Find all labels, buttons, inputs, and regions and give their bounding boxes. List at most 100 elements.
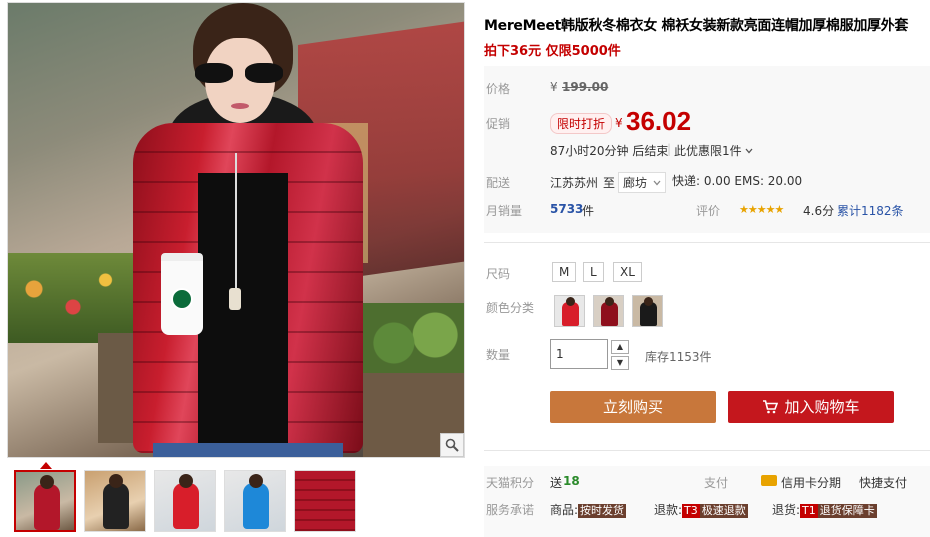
thumb-selected-arrow: [40, 462, 52, 469]
thumbnail-5[interactable]: [294, 470, 356, 532]
points-label: 天猫积分: [486, 476, 535, 490]
return-service: 退货: T1 退货保障卡: [772, 501, 877, 518]
product-subtitle: 拍下36元 仅限5000件: [484, 44, 621, 59]
zoom-button[interactable]: [440, 433, 464, 457]
goods-prefix: 商品:: [550, 503, 579, 517]
stock-count: 库存1153件: [645, 350, 712, 364]
chevron-down-icon: [745, 148, 753, 154]
add-to-cart-button[interactable]: 加入购物车: [728, 391, 894, 423]
thumb-head: [249, 474, 263, 488]
service-box: 天猫积分 送 18 支付 信用卡分期 快捷支付 服务承诺 商品: 按时发货 退款:…: [484, 466, 930, 537]
color-swatch-head: [566, 297, 575, 306]
sunglasses: [195, 63, 283, 83]
return-prefix: 退货:: [772, 503, 801, 517]
color-option-black[interactable]: [632, 295, 663, 327]
destination-select[interactable]: 廊坊: [618, 172, 666, 193]
thumb-figure: [173, 483, 199, 529]
add-to-cart-label: 加入购物车: [784, 398, 860, 416]
thumb-head: [109, 474, 123, 488]
product-title: MereMeet韩版秋冬棉衣女 棉袄女装新款亮面连帽加厚棉服加厚外套: [484, 18, 909, 34]
cart-icon: [763, 400, 779, 414]
quantity-decrease-button[interactable]: ▼: [611, 356, 629, 370]
bg-flowers: [8, 253, 138, 343]
thumb-figure: [103, 483, 129, 529]
price-currency: ¥: [550, 80, 558, 94]
product-info-panel: MereMeet韩版秋冬棉衣女 棉袄女装新款亮面连帽加厚棉服加厚外套 拍下36元…: [484, 0, 930, 537]
color-option-red[interactable]: [554, 295, 585, 327]
sales-label: 月销量: [486, 204, 523, 218]
sales-unit: 件: [582, 204, 595, 218]
shipping-fees: 快递: 0.00 EMS: 20.00: [672, 174, 803, 188]
thumbnail-strip: [14, 470, 464, 532]
thumb-figure: [34, 484, 60, 530]
destination-value: 廊坊: [623, 176, 648, 190]
model-figure: [123, 3, 373, 457]
promo-price: 36.02: [626, 106, 692, 136]
size-option-xl[interactable]: XL: [613, 262, 642, 282]
promo-currency: ¥: [615, 116, 623, 130]
black-top: [198, 173, 288, 443]
return-code: T1: [800, 504, 818, 518]
color-label: 颜色分类: [486, 301, 535, 315]
promo-limit[interactable]: 此优惠限1件: [674, 142, 753, 159]
buy-now-button[interactable]: 立刻购买: [550, 391, 716, 423]
divider: [484, 242, 930, 243]
rating-score: 4.6分: [803, 204, 835, 218]
model-lips: [231, 103, 249, 109]
refund-tag: 极速退款: [699, 504, 748, 518]
size-label: 尺码: [486, 267, 511, 281]
size-option-l[interactable]: L: [583, 262, 604, 282]
color-swatch-head: [605, 297, 614, 306]
quantity-increase-button[interactable]: ▲: [611, 340, 629, 354]
points-value: 18: [563, 474, 580, 488]
size-option-m[interactable]: M: [552, 262, 577, 282]
jeans: [153, 443, 343, 457]
return-tag: 退货保障卡: [817, 504, 877, 518]
service-label: 服务承诺: [486, 503, 535, 517]
pay-label: 支付: [704, 476, 729, 490]
quantity-label: 数量: [486, 348, 511, 362]
price-label: 价格: [486, 82, 511, 96]
credit-card-icon: [761, 475, 777, 486]
color-swatch-head: [644, 297, 653, 306]
promo-limit-text: 此优惠限1件: [674, 144, 742, 158]
shipping-from: 江苏苏州: [550, 176, 599, 190]
credit-installment[interactable]: 信用卡分期: [781, 474, 841, 491]
thumbnail-4[interactable]: [224, 470, 286, 532]
thumb-bg: [295, 471, 355, 531]
pendant: [229, 288, 241, 310]
promo-tag: 限时打折: [550, 113, 613, 134]
bg-plants: [363, 303, 464, 383]
review-count-link[interactable]: 累计1182条: [837, 202, 904, 219]
cup-logo: [171, 288, 193, 310]
thumbnail-1[interactable]: [14, 470, 76, 532]
thumb-head: [40, 475, 54, 489]
thumb-figure: [243, 483, 269, 529]
main-product-image[interactable]: [7, 2, 465, 458]
chevron-down-icon: [653, 180, 661, 186]
refund-code: T3: [682, 504, 700, 518]
quantity-input[interactable]: 1: [550, 339, 608, 369]
sales-count: 5733: [550, 202, 584, 216]
points-prefix: 送: [550, 476, 563, 490]
countdown: 87小时20分钟 后结束: [550, 144, 669, 158]
original-price: 199.00: [562, 80, 609, 94]
promo-label: 促销: [486, 117, 511, 131]
shipping-label: 配送: [486, 176, 511, 190]
rating-label: 评价: [696, 204, 721, 218]
quick-pay[interactable]: 快捷支付: [859, 474, 907, 491]
zoom-icon: [445, 438, 459, 452]
rating-stars: ★★★★★: [739, 203, 784, 216]
shipping-to-word: 至: [603, 176, 616, 190]
necklace: [235, 153, 237, 293]
goods-tag: 按时发货: [578, 504, 627, 518]
thumbnail-3[interactable]: [154, 470, 216, 532]
refund-prefix: 退款:: [654, 503, 683, 517]
color-option-wine[interactable]: [593, 295, 624, 327]
refund-service: 退款: T3 极速退款: [654, 501, 748, 518]
thumb-head: [179, 474, 193, 488]
countdown-divider: |: [667, 142, 672, 156]
price-box: 价格 ¥ 199.00 促销 限时打折 ¥ 36.02 87小时20分钟 后结束…: [484, 66, 930, 233]
goods-service: 商品: 按时发货: [550, 501, 627, 518]
thumbnail-2[interactable]: [84, 470, 146, 532]
